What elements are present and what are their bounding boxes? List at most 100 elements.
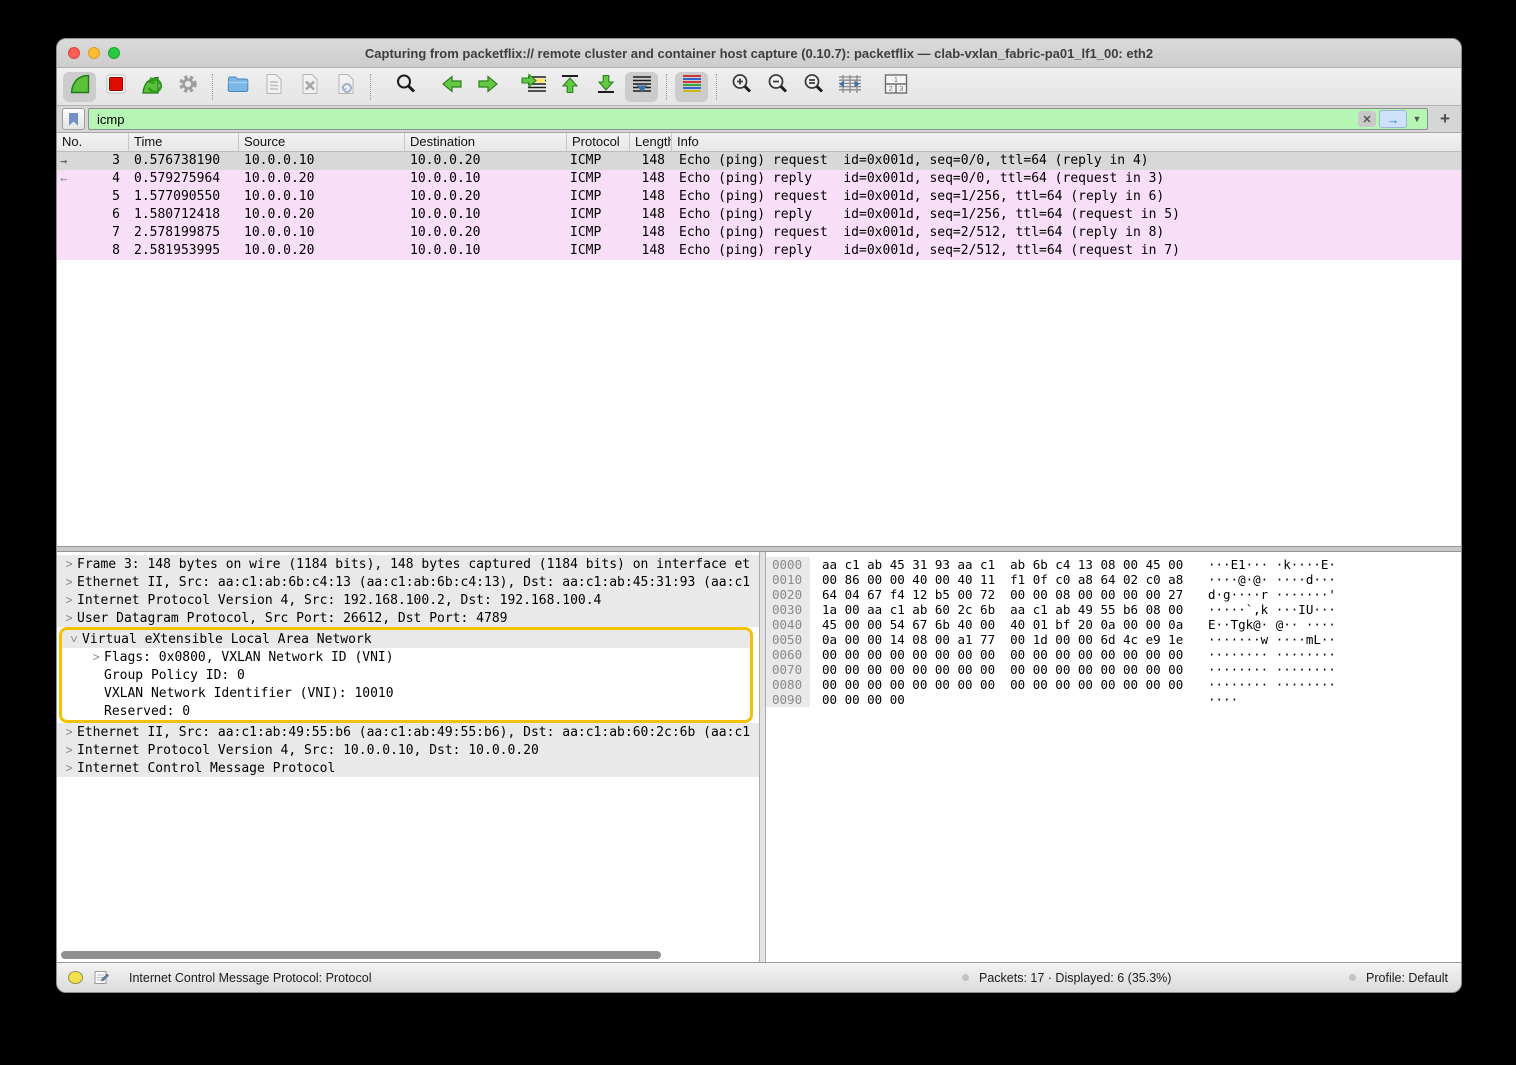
- close-window-button[interactable]: [68, 47, 80, 59]
- hex-row[interactable]: 009000 00 00 00····: [766, 692, 1461, 707]
- cell-length: 148: [629, 152, 671, 170]
- capture-comment-icon[interactable]: [94, 970, 109, 985]
- display-filter-input[interactable]: [95, 111, 1358, 128]
- detail-text: Ethernet II, Src: aa:c1:ab:6b:c4:13 (aa:…: [77, 575, 750, 590]
- packet-row-3[interactable]: →3 0.576738190 10.0.0.10 10.0.0.20 ICMP …: [57, 152, 1461, 170]
- cell-time: 2.578199875: [128, 224, 238, 242]
- zoom-window-button[interactable]: [108, 47, 120, 59]
- detail-row-vxlan-flags[interactable]: > Flags: 0x0800, VXLAN Network ID (VNI): [62, 648, 750, 666]
- column-header-no[interactable]: No.: [57, 133, 128, 151]
- hex-row[interactable]: 0000aa c1 ab 45 31 93 aa c1 ab 6b c4 13 …: [766, 557, 1461, 572]
- forward-arrow-icon: [476, 72, 500, 101]
- hex-ascii: ···E1··· ·k····E·: [1208, 557, 1336, 572]
- resize-columns-button[interactable]: [833, 72, 866, 102]
- auto-scroll-button[interactable]: [625, 72, 658, 102]
- hex-row[interactable]: 007000 00 00 00 00 00 00 00 00 00 00 00 …: [766, 662, 1461, 677]
- hex-bytes: 00 00 00 00 00 00 00 00 00 00 00 00 00 0…: [822, 677, 1208, 692]
- packet-row-5[interactable]: 5 1.577090550 10.0.0.10 10.0.0.20 ICMP 1…: [57, 188, 1461, 206]
- cell-info: Echo (ping) reply id=0x001d, seq=0/0, tt…: [671, 170, 1461, 188]
- hex-ascii: ·····`,k ···IU···: [1208, 602, 1336, 617]
- collapsed-chevron-icon[interactable]: >: [61, 761, 77, 775]
- reload-file-button[interactable]: [329, 72, 362, 102]
- cell-no: 6: [112, 207, 120, 222]
- cell-destination: 10.0.0.20: [404, 224, 566, 242]
- cell-source: 10.0.0.10: [238, 152, 404, 170]
- detail-row-frame[interactable]: > Frame 3: 148 bytes on wire (1184 bits)…: [57, 555, 759, 573]
- capture-options-button[interactable]: [171, 72, 204, 102]
- collapsed-chevron-icon[interactable]: >: [61, 575, 77, 589]
- toolbar-separator: [370, 74, 371, 100]
- stop-square-icon: [105, 73, 127, 100]
- detail-row-ethernet-outer[interactable]: > Ethernet II, Src: aa:c1:ab:6b:c4:13 (a…: [57, 573, 759, 591]
- expert-info-icon[interactable]: [68, 971, 83, 984]
- packet-row-8[interactable]: 8 2.581953995 10.0.0.20 10.0.0.10 ICMP 1…: [57, 242, 1461, 260]
- collapsed-chevron-icon[interactable]: >: [61, 725, 77, 739]
- hex-row[interactable]: 001000 86 00 00 40 00 40 11 f1 0f c0 a8 …: [766, 572, 1461, 587]
- detail-text: Internet Protocol Version 4, Src: 192.16…: [77, 593, 601, 608]
- restart-capture-button[interactable]: [135, 72, 168, 102]
- minimize-window-button[interactable]: [88, 47, 100, 59]
- find-packet-button[interactable]: [389, 72, 422, 102]
- first-packet-button[interactable]: [553, 72, 586, 102]
- stop-capture-button[interactable]: [99, 72, 132, 102]
- column-header-source[interactable]: Source: [238, 133, 404, 151]
- filter-history-caret-icon[interactable]: ▼: [1410, 114, 1424, 124]
- filter-bookmark-button[interactable]: [62, 108, 85, 130]
- close-file-button[interactable]: [293, 72, 326, 102]
- toolbar-separator: [212, 74, 213, 100]
- details-horizontal-scrollbar[interactable]: [61, 951, 661, 959]
- zoom-original-button[interactable]: [797, 72, 830, 102]
- collapsed-chevron-icon[interactable]: >: [61, 743, 77, 757]
- column-header-time[interactable]: Time: [128, 133, 238, 151]
- profile-text[interactable]: Profile: Default: [1366, 971, 1448, 985]
- filter-clear-button[interactable]: ✕: [1358, 111, 1376, 127]
- zoom-out-button[interactable]: [761, 72, 794, 102]
- detail-row-vxlan[interactable]: > Virtual eXtensible Local Area Network: [62, 630, 750, 648]
- hex-bytes: 45 00 00 54 67 6b 40 00 40 01 bf 20 0a 0…: [822, 617, 1208, 632]
- detail-row-vxlan-group-policy[interactable]: Group Policy ID: 0: [62, 666, 750, 684]
- hex-row[interactable]: 00301a 00 aa c1 ab 60 2c 6b aa c1 ab 49 …: [766, 602, 1461, 617]
- start-capture-button[interactable]: [63, 72, 96, 102]
- vertical-splitter[interactable]: [759, 552, 766, 962]
- go-to-packet-button[interactable]: [517, 72, 550, 102]
- zoom-in-button[interactable]: [725, 72, 758, 102]
- column-header-protocol[interactable]: Protocol: [566, 133, 629, 151]
- hex-row[interactable]: 006000 00 00 00 00 00 00 00 00 00 00 00 …: [766, 647, 1461, 662]
- hex-row[interactable]: 004045 00 00 54 67 6b 40 00 40 01 bf 20 …: [766, 617, 1461, 632]
- hex-row[interactable]: 002064 04 67 f4 12 b5 00 72 00 00 08 00 …: [766, 587, 1461, 602]
- detail-row-ipv4-inner[interactable]: > Internet Protocol Version 4, Src: 10.0…: [57, 741, 759, 759]
- packet-row-7[interactable]: 7 2.578199875 10.0.0.10 10.0.0.20 ICMP 1…: [57, 224, 1461, 242]
- packet-row-6[interactable]: 6 1.580712418 10.0.0.20 10.0.0.10 ICMP 1…: [57, 206, 1461, 224]
- next-packet-button[interactable]: [471, 72, 504, 102]
- vxlan-highlight-box: > Virtual eXtensible Local Area Network …: [59, 627, 753, 723]
- open-file-button[interactable]: [221, 72, 254, 102]
- display-filter-field[interactable]: ✕ → ▼: [88, 108, 1428, 130]
- hex-row[interactable]: 00500a 00 00 14 08 00 a1 77 00 1d 00 00 …: [766, 632, 1461, 647]
- hex-offset: 0070: [766, 662, 810, 677]
- last-packet-button[interactable]: [589, 72, 622, 102]
- detail-row-udp[interactable]: > User Datagram Protocol, Src Port: 2661…: [57, 609, 759, 627]
- detail-row-ethernet-inner[interactable]: > Ethernet II, Src: aa:c1:ab:49:55:b6 (a…: [57, 723, 759, 741]
- column-header-destination[interactable]: Destination: [404, 133, 566, 151]
- collapsed-chevron-icon[interactable]: >: [61, 611, 77, 625]
- hex-ascii: E··Tgk@· @·· ····: [1208, 617, 1336, 632]
- save-file-button[interactable]: [257, 72, 290, 102]
- expanded-chevron-icon[interactable]: >: [67, 631, 81, 647]
- column-header-length[interactable]: Length: [629, 133, 671, 151]
- detail-row-vxlan-vni[interactable]: VXLAN Network Identifier (VNI): 10010: [62, 684, 750, 702]
- collapsed-chevron-icon[interactable]: >: [61, 557, 77, 571]
- collapsed-chevron-icon[interactable]: >: [61, 593, 77, 607]
- detail-row-icmp[interactable]: > Internet Control Message Protocol: [57, 759, 759, 777]
- detail-row-ipv4-outer[interactable]: > Internet Protocol Version 4, Src: 192.…: [57, 591, 759, 609]
- add-filter-button[interactable]: +: [1434, 109, 1456, 129]
- window-title: Capturing from packetflix:// remote clus…: [57, 46, 1461, 61]
- colorize-button[interactable]: [675, 72, 708, 102]
- detail-row-vxlan-reserved[interactable]: Reserved: 0: [62, 702, 750, 720]
- packet-row-4[interactable]: ←4 0.579275964 10.0.0.20 10.0.0.10 ICMP …: [57, 170, 1461, 188]
- collapsed-chevron-icon[interactable]: >: [88, 650, 104, 664]
- filter-apply-button[interactable]: →: [1379, 110, 1407, 128]
- layout-button[interactable]: 123: [879, 72, 912, 102]
- column-header-info[interactable]: Info: [671, 133, 1461, 151]
- previous-packet-button[interactable]: [435, 72, 468, 102]
- hex-row[interactable]: 008000 00 00 00 00 00 00 00 00 00 00 00 …: [766, 677, 1461, 692]
